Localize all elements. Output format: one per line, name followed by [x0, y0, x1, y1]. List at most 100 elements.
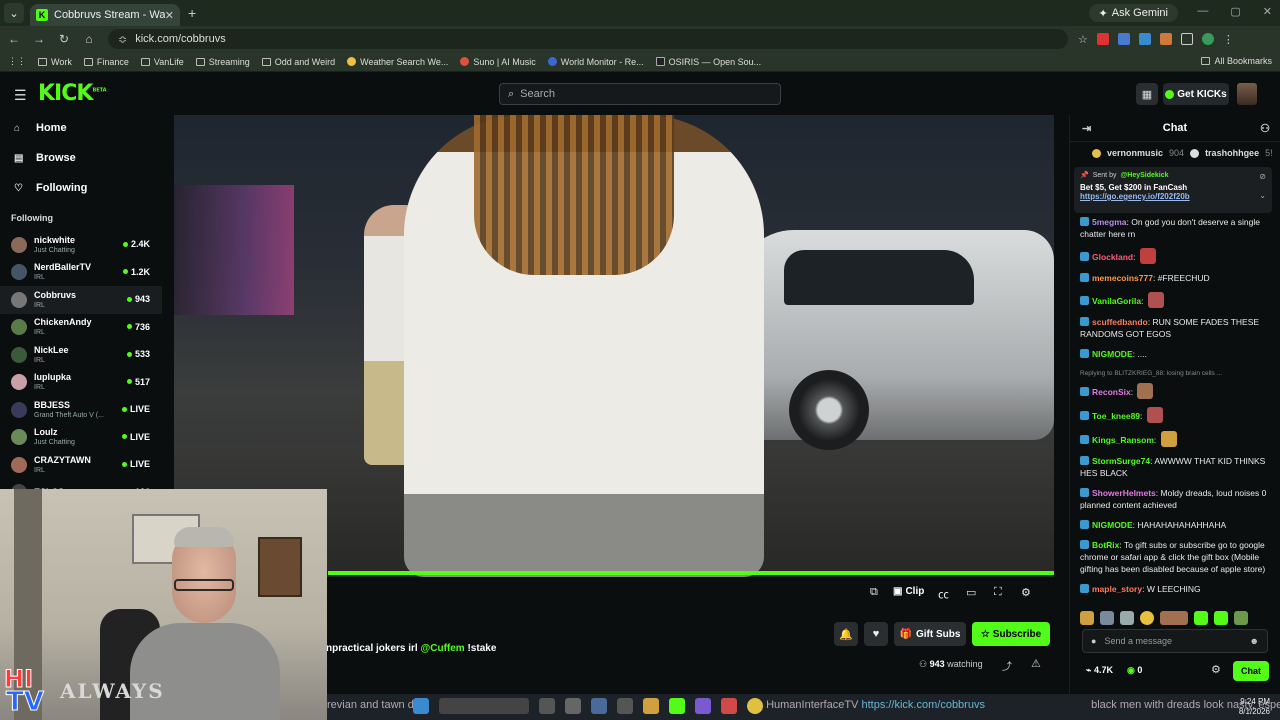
back-icon[interactable]: ← [3, 32, 25, 46]
kick-logo[interactable]: KICKBETA [38, 81, 107, 106]
sidebar-nav-home[interactable]: ⌂ Home [0, 115, 162, 143]
bookmark-odd-and-weird[interactable]: Odd and Weird [261, 57, 335, 67]
bookmark-suno[interactable]: Suno | AI Music [460, 57, 536, 67]
hamburger-menu-icon[interactable]: ☰ [14, 87, 27, 104]
unpin-icon[interactable]: ⊘ [1259, 172, 1266, 181]
chat-username[interactable]: Toe_knee89 [1092, 411, 1140, 421]
chat-username[interactable]: maple_story [1092, 584, 1142, 594]
channel-points[interactable]: ◉ 0 [1127, 665, 1142, 676]
layout-toggle-icon[interactable]: ▦ [1136, 83, 1158, 105]
bookmark-weather[interactable]: Weather Search We... [347, 57, 448, 67]
bookmark-osiris[interactable]: OSIRIS — Open Sou... [655, 57, 761, 67]
emote-icon[interactable] [1120, 611, 1134, 625]
bookmark-work[interactable]: Work [38, 57, 72, 67]
close-window-icon[interactable]: ✕ [1263, 5, 1272, 18]
bookmark-vanlife[interactable]: VanLife [140, 57, 184, 67]
expand-pinned-icon[interactable]: ⌄ [1259, 191, 1266, 200]
sidebar-nav-browse[interactable]: ▤ Browse [0, 143, 162, 173]
taskbar-app-icon[interactable] [695, 698, 711, 714]
chat-username[interactable]: memecoins777 [1092, 273, 1153, 283]
search-input[interactable]: ⌕ Search [499, 83, 781, 105]
chat-username[interactable]: NIGMODE [1092, 349, 1133, 359]
forward-icon[interactable]: → [28, 32, 50, 46]
new-tab-icon[interactable]: + [188, 5, 196, 21]
chat-username[interactable]: Kings_Ransom [1092, 435, 1154, 445]
sidebar-channel-item[interactable]: BBJESS Grand Theft Auto V (... LIVE [0, 396, 162, 424]
close-tab-icon[interactable]: ✕ [165, 9, 174, 22]
chat-username[interactable]: VanilaGorila [1092, 296, 1141, 306]
picture-in-picture-icon[interactable]: ⧉ [870, 586, 878, 599]
chat-emote-icon[interactable] [1137, 383, 1154, 399]
taskbar-app-icon[interactable] [643, 698, 659, 714]
ask-gemini-button[interactable]: ✦ Ask Gemini [1088, 4, 1178, 22]
extension-orange-icon[interactable] [1159, 33, 1172, 45]
bookmark-star-icon[interactable]: ☆ [1078, 33, 1088, 46]
sidebar-channel-item[interactable]: ChickenAndy IRL 736 [0, 314, 162, 342]
user-avatar[interactable] [1237, 83, 1257, 105]
minimize-icon[interactable]: — [1197, 5, 1208, 18]
stream-title-mention[interactable]: @Cuffem [421, 643, 465, 654]
sidebar-channel-item[interactable]: Cobbruvs IRL 943 [0, 286, 162, 314]
taskbar-app-icon[interactable] [565, 698, 581, 714]
extension-blue-icon[interactable] [1138, 33, 1151, 45]
taskbar-app-icon[interactable] [669, 698, 685, 714]
clip-button[interactable]: ▣ Clip [893, 586, 924, 597]
gift-subs-button[interactable]: 🎁 Gift Subs [894, 622, 966, 646]
taskbar-app-icon[interactable] [591, 698, 607, 714]
bookmark-finance[interactable]: Finance [83, 57, 129, 67]
settings-gear-icon[interactable]: ⚙ [1021, 586, 1031, 599]
video-progress-bar[interactable] [328, 571, 1054, 575]
captions-icon[interactable]: ㏄ [938, 586, 949, 602]
chat-message-input[interactable]: ● Send a message ☻ [1082, 629, 1268, 653]
url-field[interactable]: ≎ kick.com/cobbruvs [108, 29, 1068, 49]
emoji-picker-icon[interactable]: ☻ [1250, 636, 1259, 646]
kicks-balance[interactable]: ⌁ 4.7K [1086, 665, 1113, 676]
taskbar-app-icon[interactable] [617, 698, 633, 714]
chrome-icon[interactable] [747, 698, 763, 714]
extension-red-icon[interactable] [1096, 33, 1109, 45]
emote-icon[interactable] [1100, 611, 1114, 625]
emote-icon[interactable] [1160, 611, 1188, 625]
taskbar-search-icon[interactable] [439, 698, 529, 714]
emote-icon[interactable] [1194, 611, 1208, 625]
maximize-icon[interactable]: ▢ [1230, 5, 1240, 18]
apps-grid-icon[interactable]: ⋮⋮ [8, 56, 26, 67]
share-icon[interactable]: ⤴ [1002, 658, 1012, 673]
menu-dots-icon[interactable]: ⋮ [1223, 33, 1234, 46]
sidebar-channel-item[interactable]: NerdBallerTV IRL 1.2K [0, 259, 162, 287]
gifter-name[interactable]: vernonmusic [1107, 148, 1163, 158]
get-kicks-button[interactable]: Get KICKs [1163, 83, 1229, 105]
emote-icon[interactable] [1080, 611, 1094, 625]
sidebar-channel-item[interactable]: CRAZYTAWN IRL LIVE [0, 451, 162, 479]
sidebar-channel-item[interactable]: NickLee IRL 533 [0, 341, 162, 369]
chat-emote-icon[interactable] [1147, 292, 1164, 308]
gifter-name[interactable]: trashohhgee [1205, 148, 1259, 158]
extension-translate-icon[interactable] [1117, 33, 1130, 45]
bookmark-world-monitor[interactable]: World Monitor - Re... [547, 57, 644, 67]
bookmark-streaming[interactable]: Streaming [195, 57, 250, 67]
report-warning-icon[interactable]: ⚠ [1031, 657, 1041, 670]
chat-settings-icon[interactable]: ⚙ [1211, 663, 1221, 676]
chat-username[interactable]: ShowerHelmets [1092, 488, 1156, 498]
chat-emote-icon[interactable] [1160, 431, 1177, 447]
chat-emote-icon[interactable] [1146, 407, 1163, 423]
taskbar-app-icon[interactable] [721, 698, 737, 714]
follow-heart-icon[interactable]: ♥ [864, 622, 888, 646]
profile-icon[interactable] [1201, 33, 1214, 45]
sidebar-nav-following[interactable]: ♡ Following [0, 173, 162, 203]
chat-emote-icon[interactable] [1139, 248, 1156, 264]
extensions-puzzle-icon[interactable] [1180, 33, 1193, 45]
chat-username[interactable]: StormSurge74 [1092, 456, 1150, 466]
chat-username[interactable]: ReconSix [1092, 387, 1131, 397]
sidebar-channel-item[interactable]: Loulz Just Chatting LIVE [0, 424, 162, 452]
site-info-icon[interactable]: ≎ [118, 33, 127, 46]
collapse-chat-icon[interactable]: ⇥ [1082, 122, 1091, 135]
subscribe-button[interactable]: ☆ Subscribe [972, 622, 1050, 646]
chat-username[interactable]: scuffedbando [1092, 317, 1148, 327]
chat-username[interactable]: BotRix [1092, 540, 1119, 550]
fullscreen-icon[interactable]: ⛶ [994, 586, 1002, 599]
all-bookmarks[interactable]: All Bookmarks [1201, 56, 1272, 66]
sidebar-channel-item[interactable]: nickwhite Just Chatting 2.4K [0, 231, 162, 259]
chat-users-icon[interactable]: ⚇ [1260, 122, 1270, 135]
sidebar-channel-item[interactable]: luplupka IRL 517 [0, 369, 162, 397]
